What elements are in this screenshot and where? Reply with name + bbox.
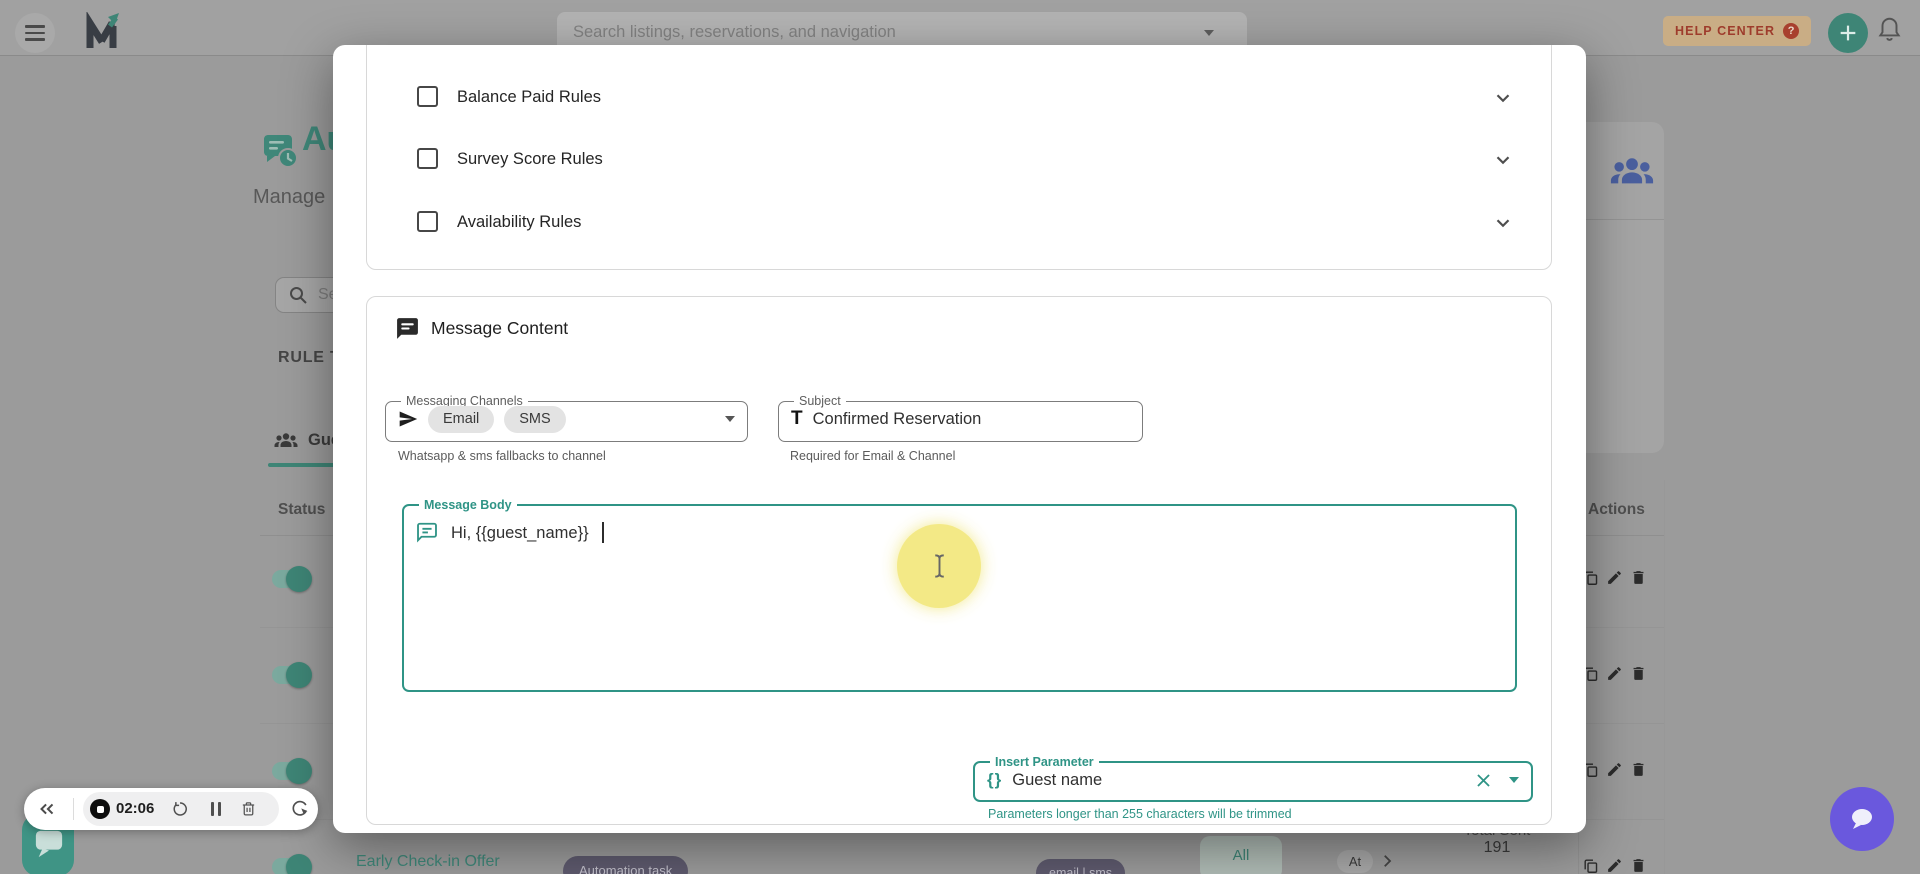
pause-recording-button[interactable] xyxy=(209,802,223,816)
rule-checkbox[interactable] xyxy=(417,148,438,169)
collapse-toolbar-button[interactable] xyxy=(36,798,58,820)
stop-recording-button[interactable] xyxy=(90,799,110,819)
send-icon xyxy=(399,411,418,427)
rule-row-availability: Availability Rules xyxy=(367,198,1552,246)
rule-checkbox[interactable] xyxy=(417,86,438,107)
rule-label: Survey Score Rules xyxy=(457,150,603,168)
subject-label: Subject xyxy=(799,394,841,408)
restart-icon xyxy=(173,802,187,816)
cursor-click-icon xyxy=(292,800,308,816)
subject-value: Confirmed Reservation xyxy=(812,409,982,428)
dropdown-caret-icon[interactable] xyxy=(1509,777,1519,783)
rule-label: Availability Rules xyxy=(457,213,582,231)
message-content-icon xyxy=(397,318,418,339)
message-content-header: Message Content xyxy=(395,316,568,341)
parameter-helper-text: Parameters longer than 255 characters wi… xyxy=(988,807,1292,821)
messaging-channels-field[interactable]: Messaging Channels Email SMS xyxy=(385,394,748,442)
dropdown-caret-icon xyxy=(725,416,735,422)
message-content-title: Message Content xyxy=(431,318,569,338)
channel-chip-sms: SMS xyxy=(504,405,566,433)
clear-parameter-button[interactable] xyxy=(1474,771,1493,790)
chat-outline-icon xyxy=(417,522,437,543)
recording-time: 02:06 xyxy=(116,800,155,817)
cursor-highlight-button[interactable] xyxy=(290,798,310,818)
restart-recording-button[interactable] xyxy=(171,800,189,818)
rule-checkbox[interactable] xyxy=(417,211,438,232)
insert-parameter-label: Insert Parameter xyxy=(995,755,1094,769)
close-icon xyxy=(1477,773,1490,787)
divider xyxy=(73,798,74,820)
chevron-down-icon[interactable] xyxy=(1492,149,1514,171)
text-cursor-icon xyxy=(934,554,944,578)
double-chevron-left-icon xyxy=(40,803,54,815)
rule-row-survey-score: Survey Score Rules xyxy=(367,135,1552,183)
discard-recording-button[interactable] xyxy=(240,800,257,817)
trash-icon xyxy=(242,802,255,816)
recorder-controls: 02:06 xyxy=(83,792,279,826)
text-title-icon: T xyxy=(791,408,803,429)
text-caret xyxy=(601,522,604,543)
message-automation-modal: Balance Paid Rules Survey Score Rules Av… xyxy=(333,45,1586,833)
channel-chip-email: Email xyxy=(428,405,495,433)
message-body-value: Hi, {{guest_name}} xyxy=(451,524,589,542)
screen: Search listings, reservations, and navig… xyxy=(0,0,1920,874)
click-highlight xyxy=(897,524,981,608)
rule-row-balance-paid: Balance Paid Rules xyxy=(367,73,1552,121)
subject-field[interactable]: Subject T Confirmed Reservation xyxy=(778,394,1143,442)
insert-parameter-value: Guest name xyxy=(1012,770,1103,789)
channels-helper-text: Whatsapp & sms fallbacks to channel xyxy=(398,449,606,463)
subject-helper-text: Required for Email & Channel xyxy=(790,449,956,463)
insert-parameter-field[interactable]: Insert Parameter {} Guest name xyxy=(973,755,1533,802)
rule-label: Balance Paid Rules xyxy=(457,88,602,106)
message-body-label: Message Body xyxy=(424,498,512,512)
chevron-down-icon[interactable] xyxy=(1492,212,1514,234)
braces-icon: {} xyxy=(987,770,1003,789)
screen-recorder-toolbar: 02:06 xyxy=(24,788,318,830)
chevron-down-icon[interactable] xyxy=(1492,87,1514,109)
